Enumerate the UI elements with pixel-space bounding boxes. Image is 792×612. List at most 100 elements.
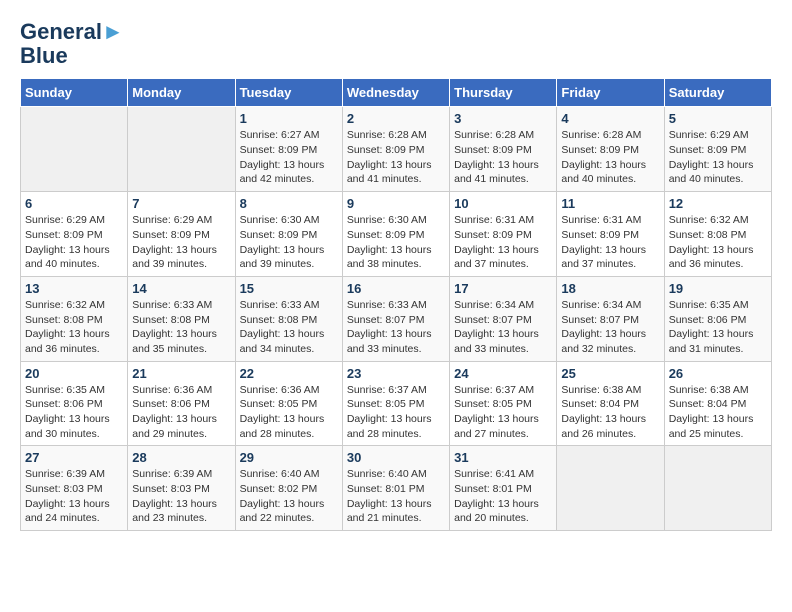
day-number: 24 bbox=[454, 366, 552, 381]
day-number: 20 bbox=[25, 366, 123, 381]
logo: General►Blue bbox=[20, 20, 124, 68]
day-info: Sunrise: 6:33 AM Sunset: 8:08 PM Dayligh… bbox=[132, 299, 217, 355]
logo-text: General►Blue bbox=[20, 20, 124, 68]
day-info: Sunrise: 6:28 AM Sunset: 8:09 PM Dayligh… bbox=[561, 129, 646, 185]
day-info: Sunrise: 6:35 AM Sunset: 8:06 PM Dayligh… bbox=[669, 299, 754, 355]
day-number: 16 bbox=[347, 281, 445, 296]
day-number: 10 bbox=[454, 196, 552, 211]
day-info: Sunrise: 6:34 AM Sunset: 8:07 PM Dayligh… bbox=[561, 299, 646, 355]
day-info: Sunrise: 6:30 AM Sunset: 8:09 PM Dayligh… bbox=[347, 214, 432, 270]
day-number: 15 bbox=[240, 281, 338, 296]
weekday-header-cell: Saturday bbox=[664, 79, 771, 107]
day-info: Sunrise: 6:39 AM Sunset: 8:03 PM Dayligh… bbox=[132, 468, 217, 524]
day-info: Sunrise: 6:33 AM Sunset: 8:07 PM Dayligh… bbox=[347, 299, 432, 355]
day-number: 28 bbox=[132, 450, 230, 465]
day-number: 26 bbox=[669, 366, 767, 381]
weekday-header-cell: Friday bbox=[557, 79, 664, 107]
calendar-day-cell: 31 Sunrise: 6:41 AM Sunset: 8:01 PM Dayl… bbox=[450, 446, 557, 531]
day-number: 5 bbox=[669, 111, 767, 126]
day-number: 1 bbox=[240, 111, 338, 126]
calendar-day-cell bbox=[128, 107, 235, 192]
day-number: 12 bbox=[669, 196, 767, 211]
day-info: Sunrise: 6:29 AM Sunset: 8:09 PM Dayligh… bbox=[669, 129, 754, 185]
calendar-day-cell: 11 Sunrise: 6:31 AM Sunset: 8:09 PM Dayl… bbox=[557, 192, 664, 277]
calendar-day-cell: 30 Sunrise: 6:40 AM Sunset: 8:01 PM Dayl… bbox=[342, 446, 449, 531]
calendar-day-cell bbox=[557, 446, 664, 531]
calendar-day-cell: 21 Sunrise: 6:36 AM Sunset: 8:06 PM Dayl… bbox=[128, 361, 235, 446]
day-number: 29 bbox=[240, 450, 338, 465]
day-number: 27 bbox=[25, 450, 123, 465]
day-info: Sunrise: 6:36 AM Sunset: 8:06 PM Dayligh… bbox=[132, 384, 217, 440]
day-info: Sunrise: 6:29 AM Sunset: 8:09 PM Dayligh… bbox=[132, 214, 217, 270]
calendar-table: SundayMondayTuesdayWednesdayThursdayFrid… bbox=[20, 78, 772, 531]
calendar-week-row: 1 Sunrise: 6:27 AM Sunset: 8:09 PM Dayli… bbox=[21, 107, 772, 192]
calendar-day-cell: 10 Sunrise: 6:31 AM Sunset: 8:09 PM Dayl… bbox=[450, 192, 557, 277]
calendar-day-cell: 6 Sunrise: 6:29 AM Sunset: 8:09 PM Dayli… bbox=[21, 192, 128, 277]
day-info: Sunrise: 6:33 AM Sunset: 8:08 PM Dayligh… bbox=[240, 299, 325, 355]
day-info: Sunrise: 6:40 AM Sunset: 8:02 PM Dayligh… bbox=[240, 468, 325, 524]
day-info: Sunrise: 6:38 AM Sunset: 8:04 PM Dayligh… bbox=[561, 384, 646, 440]
calendar-day-cell: 14 Sunrise: 6:33 AM Sunset: 8:08 PM Dayl… bbox=[128, 276, 235, 361]
calendar-day-cell: 18 Sunrise: 6:34 AM Sunset: 8:07 PM Dayl… bbox=[557, 276, 664, 361]
day-info: Sunrise: 6:41 AM Sunset: 8:01 PM Dayligh… bbox=[454, 468, 539, 524]
calendar-day-cell: 27 Sunrise: 6:39 AM Sunset: 8:03 PM Dayl… bbox=[21, 446, 128, 531]
calendar-day-cell: 17 Sunrise: 6:34 AM Sunset: 8:07 PM Dayl… bbox=[450, 276, 557, 361]
day-info: Sunrise: 6:27 AM Sunset: 8:09 PM Dayligh… bbox=[240, 129, 325, 185]
day-number: 19 bbox=[669, 281, 767, 296]
day-info: Sunrise: 6:35 AM Sunset: 8:06 PM Dayligh… bbox=[25, 384, 110, 440]
day-info: Sunrise: 6:40 AM Sunset: 8:01 PM Dayligh… bbox=[347, 468, 432, 524]
day-number: 14 bbox=[132, 281, 230, 296]
calendar-week-row: 20 Sunrise: 6:35 AM Sunset: 8:06 PM Dayl… bbox=[21, 361, 772, 446]
day-info: Sunrise: 6:28 AM Sunset: 8:09 PM Dayligh… bbox=[347, 129, 432, 185]
day-info: Sunrise: 6:29 AM Sunset: 8:09 PM Dayligh… bbox=[25, 214, 110, 270]
calendar-day-cell: 12 Sunrise: 6:32 AM Sunset: 8:08 PM Dayl… bbox=[664, 192, 771, 277]
day-number: 18 bbox=[561, 281, 659, 296]
day-number: 25 bbox=[561, 366, 659, 381]
day-info: Sunrise: 6:38 AM Sunset: 8:04 PM Dayligh… bbox=[669, 384, 754, 440]
calendar-day-cell: 5 Sunrise: 6:29 AM Sunset: 8:09 PM Dayli… bbox=[664, 107, 771, 192]
day-info: Sunrise: 6:39 AM Sunset: 8:03 PM Dayligh… bbox=[25, 468, 110, 524]
calendar-day-cell: 4 Sunrise: 6:28 AM Sunset: 8:09 PM Dayli… bbox=[557, 107, 664, 192]
calendar-day-cell: 26 Sunrise: 6:38 AM Sunset: 8:04 PM Dayl… bbox=[664, 361, 771, 446]
day-number: 22 bbox=[240, 366, 338, 381]
calendar-day-cell: 8 Sunrise: 6:30 AM Sunset: 8:09 PM Dayli… bbox=[235, 192, 342, 277]
calendar-day-cell: 24 Sunrise: 6:37 AM Sunset: 8:05 PM Dayl… bbox=[450, 361, 557, 446]
day-number: 7 bbox=[132, 196, 230, 211]
calendar-day-cell: 22 Sunrise: 6:36 AM Sunset: 8:05 PM Dayl… bbox=[235, 361, 342, 446]
calendar-day-cell: 7 Sunrise: 6:29 AM Sunset: 8:09 PM Dayli… bbox=[128, 192, 235, 277]
day-number: 23 bbox=[347, 366, 445, 381]
weekday-header-cell: Wednesday bbox=[342, 79, 449, 107]
calendar-week-row: 13 Sunrise: 6:32 AM Sunset: 8:08 PM Dayl… bbox=[21, 276, 772, 361]
day-info: Sunrise: 6:30 AM Sunset: 8:09 PM Dayligh… bbox=[240, 214, 325, 270]
day-info: Sunrise: 6:37 AM Sunset: 8:05 PM Dayligh… bbox=[347, 384, 432, 440]
day-number: 11 bbox=[561, 196, 659, 211]
day-number: 4 bbox=[561, 111, 659, 126]
day-info: Sunrise: 6:31 AM Sunset: 8:09 PM Dayligh… bbox=[561, 214, 646, 270]
day-info: Sunrise: 6:37 AM Sunset: 8:05 PM Dayligh… bbox=[454, 384, 539, 440]
calendar-week-row: 27 Sunrise: 6:39 AM Sunset: 8:03 PM Dayl… bbox=[21, 446, 772, 531]
calendar-day-cell: 15 Sunrise: 6:33 AM Sunset: 8:08 PM Dayl… bbox=[235, 276, 342, 361]
calendar-day-cell bbox=[21, 107, 128, 192]
calendar-day-cell: 16 Sunrise: 6:33 AM Sunset: 8:07 PM Dayl… bbox=[342, 276, 449, 361]
day-number: 31 bbox=[454, 450, 552, 465]
weekday-header-row: SundayMondayTuesdayWednesdayThursdayFrid… bbox=[21, 79, 772, 107]
day-info: Sunrise: 6:32 AM Sunset: 8:08 PM Dayligh… bbox=[669, 214, 754, 270]
day-info: Sunrise: 6:31 AM Sunset: 8:09 PM Dayligh… bbox=[454, 214, 539, 270]
calendar-day-cell: 23 Sunrise: 6:37 AM Sunset: 8:05 PM Dayl… bbox=[342, 361, 449, 446]
day-number: 3 bbox=[454, 111, 552, 126]
calendar-day-cell: 13 Sunrise: 6:32 AM Sunset: 8:08 PM Dayl… bbox=[21, 276, 128, 361]
weekday-header-cell: Monday bbox=[128, 79, 235, 107]
calendar-day-cell: 25 Sunrise: 6:38 AM Sunset: 8:04 PM Dayl… bbox=[557, 361, 664, 446]
calendar-day-cell: 28 Sunrise: 6:39 AM Sunset: 8:03 PM Dayl… bbox=[128, 446, 235, 531]
day-number: 9 bbox=[347, 196, 445, 211]
calendar-day-cell: 20 Sunrise: 6:35 AM Sunset: 8:06 PM Dayl… bbox=[21, 361, 128, 446]
calendar-day-cell: 2 Sunrise: 6:28 AM Sunset: 8:09 PM Dayli… bbox=[342, 107, 449, 192]
weekday-header-cell: Thursday bbox=[450, 79, 557, 107]
weekday-header-cell: Tuesday bbox=[235, 79, 342, 107]
weekday-header-cell: Sunday bbox=[21, 79, 128, 107]
day-info: Sunrise: 6:36 AM Sunset: 8:05 PM Dayligh… bbox=[240, 384, 325, 440]
calendar-day-cell: 9 Sunrise: 6:30 AM Sunset: 8:09 PM Dayli… bbox=[342, 192, 449, 277]
day-number: 21 bbox=[132, 366, 230, 381]
day-number: 6 bbox=[25, 196, 123, 211]
calendar-week-row: 6 Sunrise: 6:29 AM Sunset: 8:09 PM Dayli… bbox=[21, 192, 772, 277]
